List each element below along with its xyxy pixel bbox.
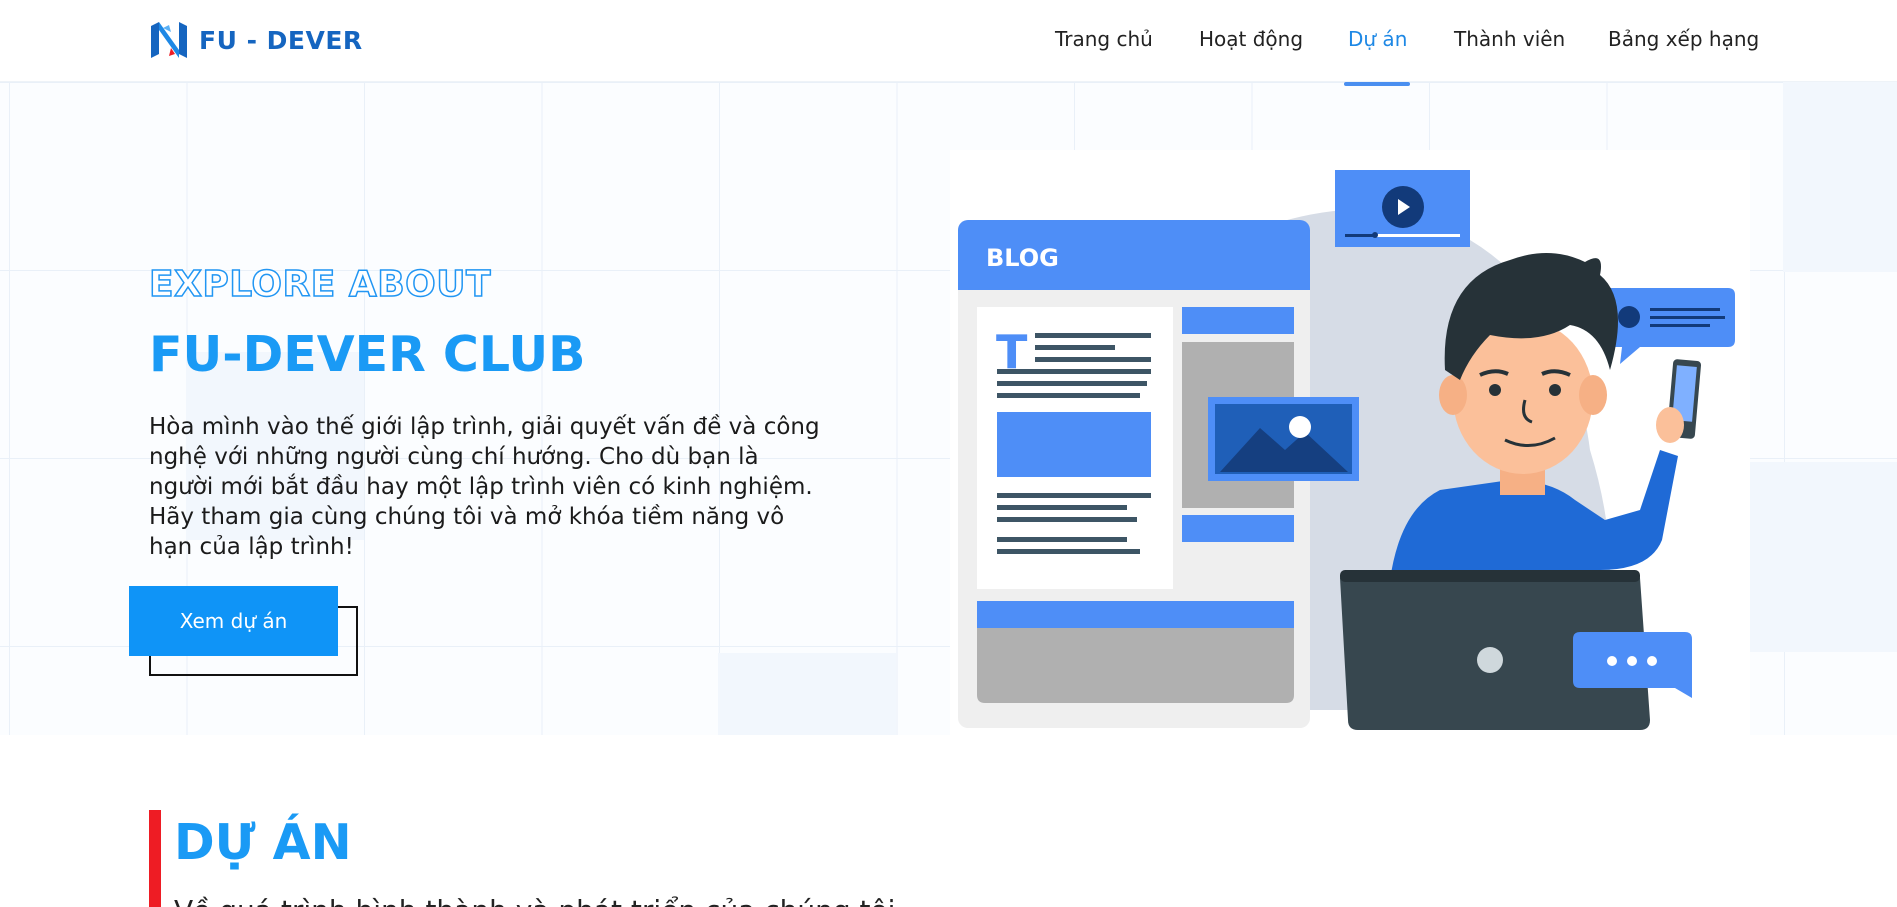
section-subtitle: Về quá trình hình thành và phát triển củ… — [174, 894, 895, 907]
nav-item-leaderboard[interactable]: Bảng xếp hạng — [1608, 27, 1759, 51]
hero-description: Hòa mình vào thế giới lập trình, giải qu… — [149, 414, 820, 560]
nav-item-projects[interactable]: Dự án — [1348, 27, 1407, 51]
site-header: FU - DEVER Trang chủ Hoạt động Dự án Thà… — [0, 0, 1897, 86]
nav-item-activities[interactable]: Hoạt động — [1199, 27, 1303, 51]
blog-label: BLOG — [986, 244, 1059, 272]
hero-illustration: BLOG T — [950, 150, 1750, 735]
section-title: DỰ ÁN — [174, 814, 352, 871]
grid-tile — [718, 653, 896, 735]
grid-tile — [1750, 462, 1897, 652]
grid-tile — [1783, 82, 1897, 272]
hero-title: FU-DEVER CLUB — [149, 326, 586, 383]
nav-active-indicator — [1344, 82, 1410, 86]
main-nav: Trang chủ Hoạt động Dự án Thành viên Bản… — [0, 27, 1897, 86]
view-projects-button[interactable]: Xem dự án — [129, 586, 338, 656]
hero-eyebrow: EXPLORE ABOUT — [148, 263, 492, 306]
nav-item-home[interactable]: Trang chủ — [1055, 27, 1153, 51]
section-accent-bar — [149, 810, 161, 907]
nav-item-members[interactable]: Thành viên — [1454, 27, 1565, 51]
